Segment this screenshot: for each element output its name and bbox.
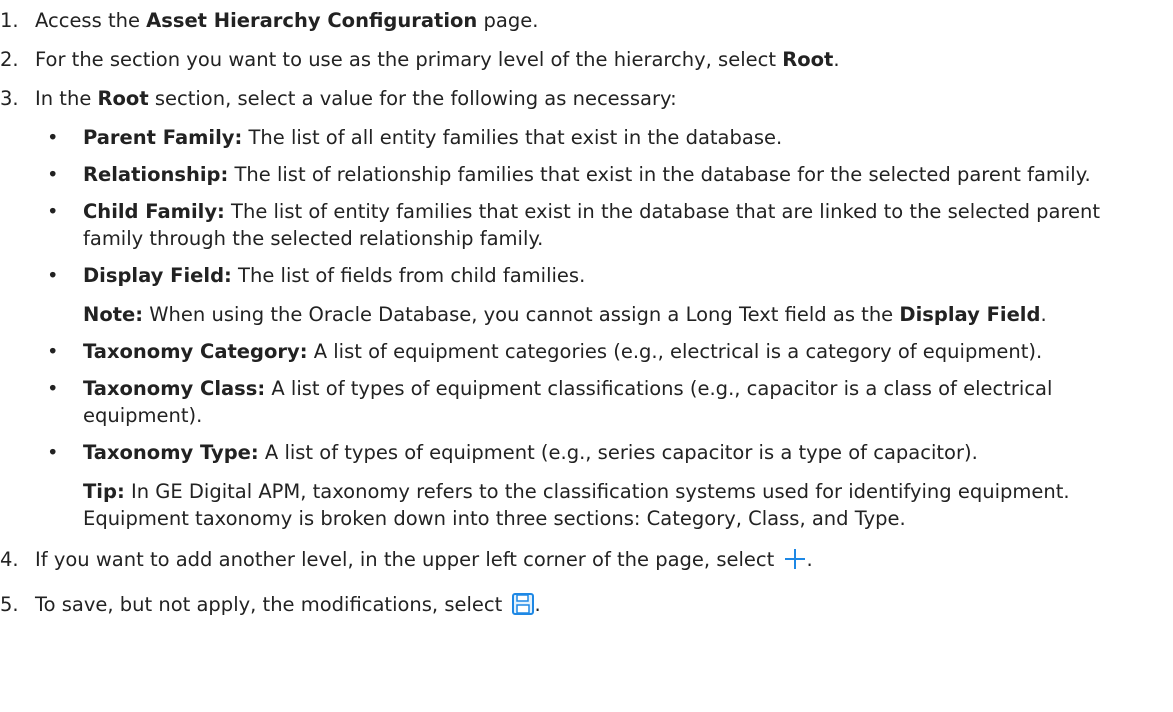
step-number: 4. <box>0 548 19 571</box>
save-icon <box>512 593 535 622</box>
bullet-icon: • <box>47 163 59 186</box>
tip: Tip: In GE Digital APM, taxonomy refers … <box>83 480 1070 530</box>
bullet-icon: • <box>47 377 59 400</box>
procedure-steps: 1. Access the Asset Hierarchy Configurat… <box>0 0 1173 622</box>
field-options-list: • Parent Family: The list of all entity … <box>0 124 1173 532</box>
root-term: Root <box>97 87 149 110</box>
step-2: 2. For the section you want to use as th… <box>0 48 840 71</box>
list-item: • Parent Family: The list of all entity … <box>47 126 783 149</box>
step-number: 2. <box>0 48 19 71</box>
list-item: • Taxonomy Category: A list of equipment… <box>47 340 1043 363</box>
page-name: Asset Hierarchy Configuration <box>146 9 478 32</box>
bullet-icon: • <box>47 264 59 287</box>
step-number: 5. <box>0 593 19 616</box>
list-item: • Display Field: The list of fields from… <box>35 262 1173 328</box>
step-4: 4. If you want to add another level, in … <box>0 546 1173 577</box>
list-item: • Taxonomy Class: A list of types of equ… <box>47 377 1053 427</box>
bullet-icon: • <box>47 340 59 363</box>
bullet-icon: • <box>47 200 59 223</box>
root-term: Root <box>782 48 834 71</box>
plus-icon <box>784 548 806 577</box>
bullet-icon: • <box>47 441 59 464</box>
step-number: 3. <box>0 87 19 110</box>
step-1: 1. Access the Asset Hierarchy Configurat… <box>0 9 539 32</box>
step-5: 5. To save, but not apply, the modificat… <box>0 591 1173 622</box>
step-number: 1. <box>0 9 19 32</box>
bullet-icon: • <box>47 126 59 149</box>
note: Note: When using the Oracle Database, yo… <box>83 303 1047 326</box>
step-3: 3. In the Root section, select a value f… <box>0 87 677 110</box>
list-item: • Taxonomy Type: A list of types of equi… <box>35 439 1173 532</box>
list-item: • Relationship: The list of relationship… <box>47 163 1091 186</box>
list-item: • Child Family: The list of entity famil… <box>47 200 1101 250</box>
